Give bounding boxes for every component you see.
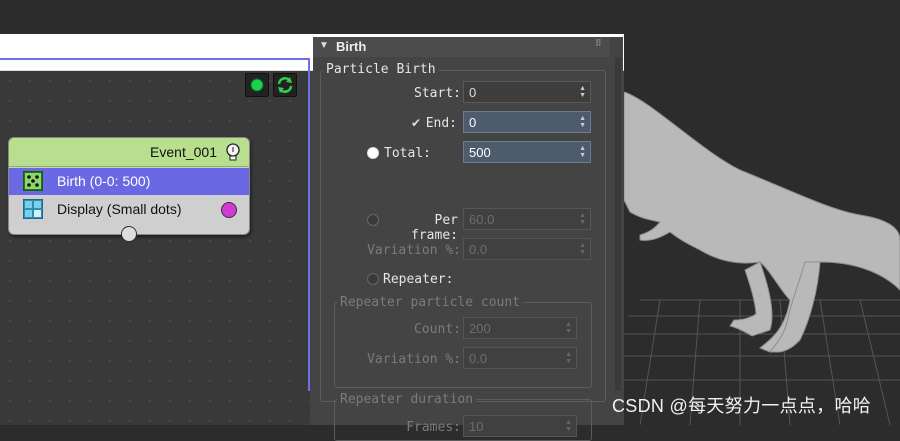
repeater-duration-group-label: Repeater duration — [337, 392, 477, 407]
per-frame-radio[interactable] — [367, 214, 379, 226]
drag-grip-icon[interactable]: ⠿ — [595, 39, 603, 51]
spinner-arrows-icon[interactable]: ▲ ▼ — [579, 212, 586, 226]
event-output-port[interactable] — [121, 226, 137, 242]
event-node[interactable]: Event_001 Birth (0-0: 500) Display (Smal… — [8, 137, 250, 242]
green-dot-icon — [250, 78, 264, 92]
total-value: 500 — [469, 145, 491, 160]
per-frame-value: 60.0 — [469, 212, 495, 227]
spinner-arrows-icon[interactable]: ▲ ▼ — [565, 351, 572, 365]
variation-value: 0.0 — [469, 242, 488, 257]
frames-spinner[interactable]: 10 ▲ ▼ — [463, 415, 577, 437]
operator-row-birth[interactable]: Birth (0-0: 500) — [9, 168, 249, 195]
start-value: 0 — [469, 85, 477, 100]
operator-label: Birth (0-0: 500) — [57, 173, 151, 189]
count-value: 200 — [469, 321, 491, 336]
variation2-label: Variation %: — [367, 352, 461, 367]
repeater-label: Repeater: — [383, 272, 454, 287]
rollout-title: Birth — [336, 39, 367, 54]
enable-toggle-button[interactable] — [245, 73, 269, 97]
particle-birth-group-label: Particle Birth — [323, 62, 439, 77]
refresh-button[interactable] — [273, 73, 297, 97]
lightbulb-icon[interactable] — [223, 141, 243, 163]
operator-row-display[interactable]: Display (Small dots) — [9, 196, 249, 223]
operator-label: Display (Small dots) — [57, 201, 182, 217]
spinner-arrows-icon[interactable]: ▲ ▼ — [565, 419, 572, 433]
end-label: End: — [425, 116, 457, 131]
display-color-swatch[interactable] — [221, 202, 237, 218]
event-node-title: Event_001 — [150, 144, 217, 160]
collapse-triangle-icon: ▼ — [319, 40, 329, 51]
frames-value: 10 — [469, 419, 484, 434]
total-label: Total: — [384, 146, 431, 161]
variation-label: Variation %: — [367, 243, 461, 258]
parameters-panel: ▼ Birth ⠿ Particle Birth Start: 0 ▲ ▼ ✔ E… — [313, 37, 623, 441]
total-radio[interactable] — [367, 147, 379, 159]
display-operator-icon — [23, 199, 43, 219]
per-frame-spinner[interactable]: 60.0 ▲ ▼ — [463, 208, 591, 230]
refresh-icon — [277, 77, 293, 93]
repeater-count-group — [334, 302, 592, 388]
spinner-arrows-icon[interactable]: ▲ ▼ — [579, 85, 586, 99]
spinner-arrows-icon[interactable]: ▲ ▼ — [565, 321, 572, 335]
panel-scrollbar[interactable] — [615, 57, 621, 391]
total-spinner[interactable]: 500 ▲ ▼ — [463, 141, 591, 163]
count-spinner[interactable]: 200 ▲ ▼ — [463, 317, 577, 339]
spinner-arrows-icon[interactable]: ▲ ▼ — [579, 115, 586, 129]
start-spinner[interactable]: 0 ▲ ▼ — [463, 81, 591, 103]
variation2-spinner[interactable]: 0.0 ▲ ▼ — [463, 347, 577, 369]
per-frame-label: Per frame: — [411, 213, 458, 243]
count-label: Count: — [414, 322, 461, 337]
repeater-count-group-label: Repeater particle count — [337, 295, 524, 310]
watermark: CSDN @每天努力一点点，哈哈 — [612, 396, 872, 416]
spinner-arrows-icon[interactable]: ▲ ▼ — [579, 242, 586, 256]
birth-rollout-header[interactable]: ▼ Birth ⠿ — [313, 37, 610, 57]
variation-spinner[interactable]: 0.0 ▲ ▼ — [463, 238, 591, 260]
spinner-arrows-icon[interactable]: ▲ ▼ — [579, 145, 586, 159]
end-value: 0 — [469, 115, 477, 130]
event-node-header[interactable]: Event_001 — [9, 138, 249, 167]
repeater-radio[interactable] — [367, 273, 379, 285]
end-checkbox[interactable]: ✔ — [411, 116, 421, 130]
frames-label: Frames: — [406, 420, 461, 435]
birth-operator-icon — [23, 171, 43, 191]
start-label: Start: — [414, 86, 461, 101]
variation2-value: 0.0 — [469, 351, 488, 366]
end-spinner[interactable]: 0 ▲ ▼ — [463, 111, 591, 133]
